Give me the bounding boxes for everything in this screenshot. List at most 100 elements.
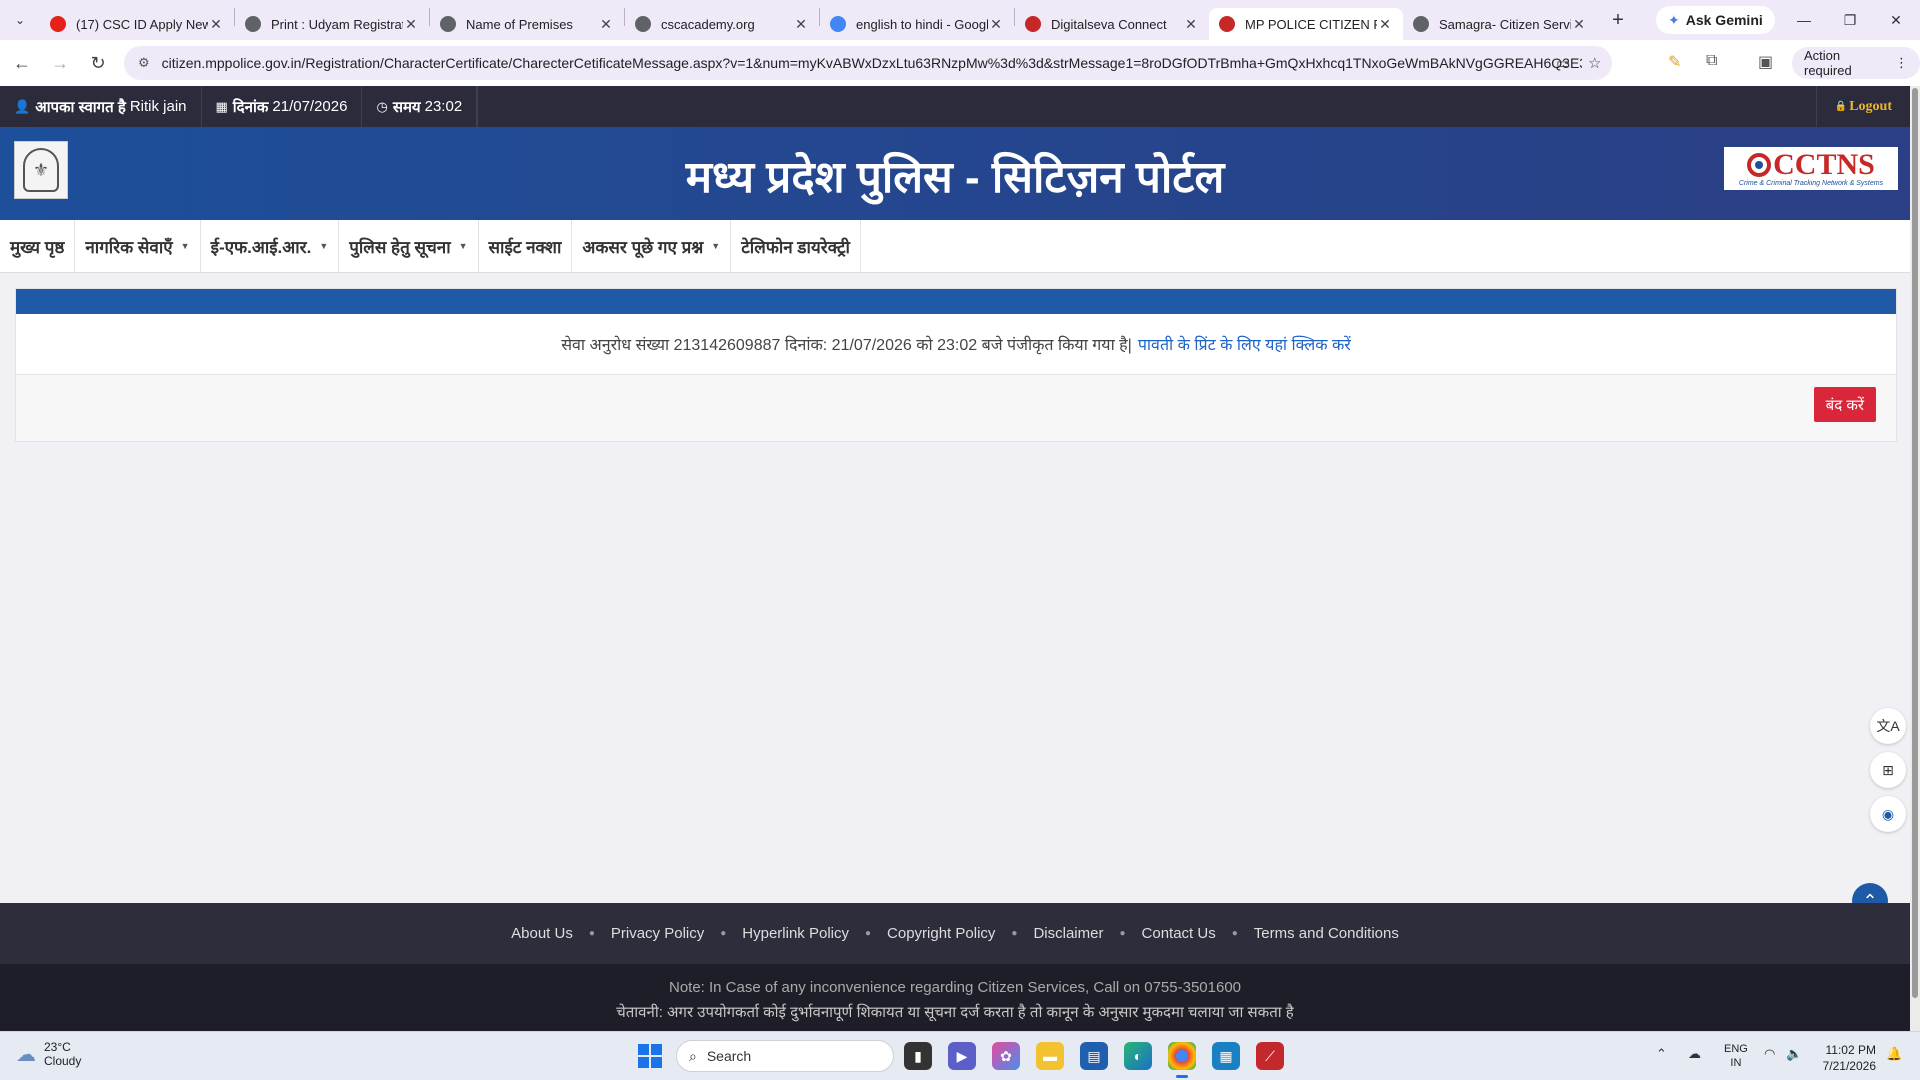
browser-tab[interactable]: Name of Premises ✕	[430, 8, 624, 40]
pen-extension-icon[interactable]: ✎	[1668, 52, 1681, 72]
tab-list: (17) CSC ID Apply New ✕ Print : Udyam Regi…	[40, 0, 1597, 40]
footer-note: Note: In Case of any inconvenience regar…	[0, 964, 1910, 1031]
forward-arrow-icon[interactable]: →	[44, 47, 76, 79]
registration-message: सेवा अनुरोध संख्या 213142609887 दिनांक: …	[16, 314, 1896, 375]
nav-item[interactable]: साईट नक्शा	[479, 220, 573, 272]
notepad-icon[interactable]: ▦	[1212, 1042, 1240, 1070]
assistant-bot-icon[interactable]: ◉	[1870, 796, 1906, 832]
reload-icon[interactable]: ↻	[82, 47, 114, 79]
browser-tab[interactable]: cscacademy.org ✕	[625, 8, 819, 40]
copilot-icon[interactable]: ✿	[992, 1042, 1020, 1070]
footer-link[interactable]: Disclaimer	[1031, 925, 1105, 942]
footer-link[interactable]: Terms and Conditions	[1252, 925, 1401, 942]
page-scrollbar[interactable]	[1910, 86, 1920, 1031]
browser-tab[interactable]: MP POLICE CITIZEN PORTAL✕	[1209, 8, 1403, 40]
cctns-logo[interactable]: CCTNS Crime & Criminal Tracking Network …	[1724, 147, 1898, 190]
action-required-button[interactable]: Action required ⋮	[1792, 47, 1920, 79]
tab-title: Samagra- Citizen Services	[1439, 16, 1571, 32]
browser-tab[interactable]: (17) CSC ID Apply New ✕	[40, 8, 234, 40]
new-tab-button[interactable]: +	[1603, 9, 1633, 32]
footer-links: About Us ● Privacy Policy ● Hyperlink Policy…	[0, 903, 1910, 964]
profile-icon[interactable]: ▣	[1758, 52, 1773, 72]
main-nav: मुख्य पृष्ठ नागरिक सेवाएँ ▼ ई-एफ.आई.आर. ▼ पुल…	[0, 220, 1910, 273]
file-explorer-icon[interactable]: ▬	[1036, 1042, 1064, 1070]
restore-window-icon[interactable]: ❐	[1827, 0, 1873, 40]
taskbar-clock[interactable]: 11:02 PM 7/21/2026	[1818, 1042, 1876, 1074]
omnibox[interactable]: ⚙ citizen.mppolice.gov.in/Registration/C…	[124, 46, 1612, 80]
task-view-icon[interactable]: ▮	[904, 1042, 932, 1070]
close-window-icon[interactable]: ✕	[1873, 0, 1919, 40]
tab-close-icon[interactable]: ✕	[1571, 16, 1587, 33]
teams-icon[interactable]: ▶	[948, 1042, 976, 1070]
back-arrow-icon[interactable]: ←	[6, 47, 38, 79]
page-viewport: 👤 आपका स्वागत है Ritik jain ▦ दिनांक 21/…	[0, 86, 1910, 1031]
extensions-puzzle-icon[interactable]: ⧉	[1706, 52, 1717, 70]
tab-close-icon[interactable]: ✕	[988, 16, 1004, 33]
browser-tab[interactable]: Print : Udyam Registration✕	[235, 8, 429, 40]
chrome-icon[interactable]	[1168, 1042, 1196, 1078]
ask-gemini-button[interactable]: ✦ Ask Gemini	[1656, 6, 1775, 34]
onedrive-cloud-icon[interactable]: ☁	[1688, 1046, 1701, 1062]
nav-item[interactable]: टेलिफोन डायरेक्ट्री	[731, 220, 861, 272]
grid-apps-icon[interactable]: ⊞	[1870, 752, 1906, 788]
notification-bell-icon[interactable]: 🔔	[1886, 1046, 1902, 1062]
site-banner: ⚜ मध्य प्रदेश पुलिस - सिटिज़न पोर्टल CCT…	[0, 127, 1910, 220]
footer-link[interactable]: Privacy Policy	[609, 925, 706, 942]
footer-link[interactable]: Copyright Policy	[885, 925, 997, 942]
taskbar-search[interactable]: ⌕ Search	[676, 1040, 894, 1072]
browser-tab-strip: ⌄ (17) CSC ID Apply New ✕ Print : Udyam Re…	[0, 0, 1920, 40]
translate-icon[interactable]: 文A	[1870, 708, 1906, 744]
weather-widget[interactable]: ☁ 23°C Cloudy	[16, 1040, 81, 1068]
time-value: 23:02	[424, 98, 463, 115]
language-indicator[interactable]: ENG IN	[1724, 1042, 1748, 1070]
legal-warning: चेतावनी: अगर उपयोगकर्ता कोई दुर्भावनापूर…	[616, 1004, 1294, 1021]
edge-icon[interactable]: ◐	[1124, 1042, 1152, 1070]
tab-close-icon[interactable]: ✕	[208, 16, 224, 33]
wifi-icon[interactable]: ◠	[1764, 1046, 1775, 1062]
nav-item[interactable]: अकसर पूछे गए प्रश्न ▼	[572, 220, 732, 272]
time-label: समय	[392, 98, 421, 116]
browser-tab[interactable]: english to hindi - Google ✕	[820, 8, 1014, 40]
tab-close-icon[interactable]: ✕	[1183, 16, 1199, 33]
footer-link[interactable]: Hyperlink Policy	[740, 925, 851, 942]
footer-link[interactable]: About Us	[509, 925, 575, 942]
pdf-reader-icon[interactable]: ⟋	[1256, 1042, 1284, 1070]
store-icon[interactable]: ▤	[1080, 1042, 1108, 1070]
browser-tab[interactable]: Samagra- Citizen Services✕	[1403, 8, 1597, 40]
nav-item[interactable]: मुख्य पृष्ठ	[0, 220, 76, 272]
camera-blocked-icon[interactable]: ▭	[1556, 54, 1570, 72]
site-info-icon[interactable]: ⚙	[138, 55, 150, 71]
cctns-ring-icon	[1747, 153, 1772, 177]
tab-search-icon[interactable]: ⌄	[0, 0, 40, 40]
nav-item[interactable]: पुलिस हेतु सूचना ▼	[339, 220, 479, 272]
ask-gemini-label: Ask Gemini	[1685, 12, 1763, 28]
tab-close-icon[interactable]: ✕	[1377, 16, 1393, 33]
tab-title: Digitalseva Connect	[1051, 16, 1167, 32]
kebab-menu-icon[interactable]: ⋮	[1895, 55, 1908, 71]
user-icon: 👤	[14, 98, 31, 114]
url-text[interactable]: citizen.mppolice.gov.in/Registration/Cha…	[162, 55, 1582, 71]
message-panel: सेवा अनुरोध संख्या 213142609887 दिनांक: …	[15, 288, 1897, 442]
windows-taskbar: ☁ 23°C Cloudy ⌕ Search ▮ ▶ ✿ ▬ ▤ ◐ ▦ ⟋ ⌃…	[0, 1031, 1920, 1080]
minimize-window-icon[interactable]: —	[1781, 0, 1827, 40]
site-title: मध्य प्रदेश पुलिस - सिटिज़न पोर्टल	[685, 153, 1225, 202]
gear-icon	[440, 16, 456, 32]
tab-close-icon[interactable]: ✕	[598, 16, 614, 33]
nav-item[interactable]: नागरिक सेवाएँ ▼	[75, 220, 201, 272]
nav-item[interactable]: ई-एफ.आई.आर. ▼	[201, 220, 340, 272]
logout-link[interactable]: 🔒 Logout	[1815, 86, 1910, 127]
bookmark-star-icon[interactable]: ☆	[1588, 54, 1601, 72]
close-button[interactable]: बंद करें	[1813, 387, 1876, 422]
tray-overflow-chevron-icon[interactable]: ⌃	[1656, 1046, 1667, 1062]
footer-link[interactable]: Contact Us	[1140, 925, 1218, 942]
browser-tab[interactable]: Digitalseva Connect ✕	[1015, 8, 1209, 40]
nav-item-label: पुलिस हेतु सूचना	[349, 237, 451, 257]
topbar-divider	[477, 86, 479, 127]
tab-close-icon[interactable]: ✕	[793, 16, 809, 33]
scrollbar-thumb[interactable]	[1912, 88, 1918, 998]
windows-start-icon[interactable]	[638, 1044, 662, 1068]
tab-close-icon[interactable]: ✕	[403, 16, 419, 33]
search-icon: ⌕	[689, 1047, 697, 1064]
print-receipt-link[interactable]: पावती के प्रिंट के लिए यहां क्लिक करें	[1138, 333, 1351, 355]
volume-icon[interactable]: 🔈	[1786, 1046, 1802, 1062]
